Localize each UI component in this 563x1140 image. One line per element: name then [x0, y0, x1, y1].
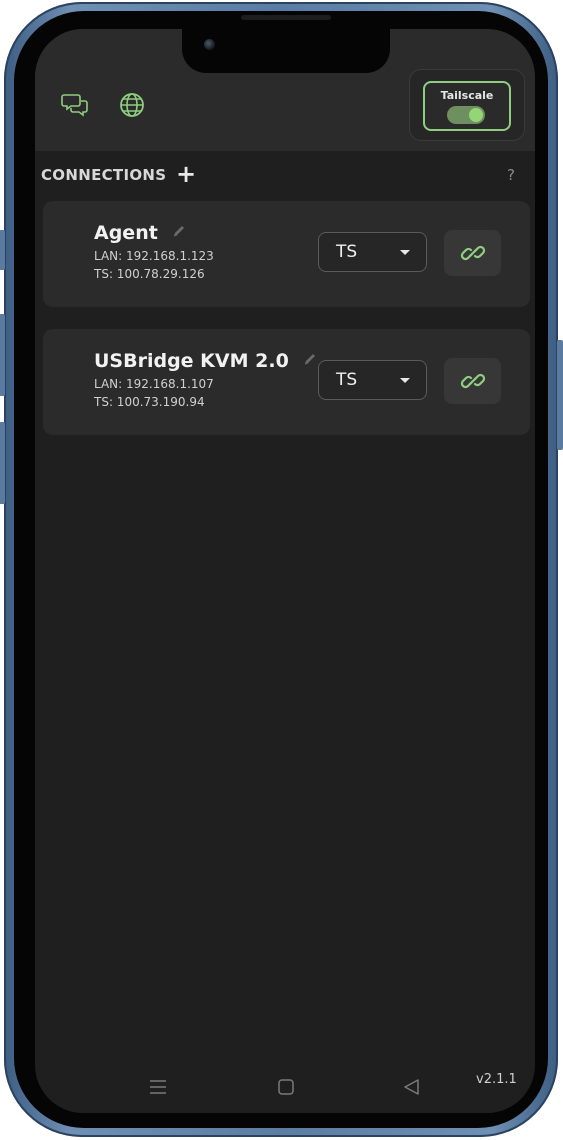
connection-mode-select[interactable]: TS: [318, 360, 427, 400]
link-icon: [460, 245, 486, 261]
connection-mode-value: TS: [336, 370, 358, 390]
power-button: [557, 340, 563, 450]
toggle-knob: [469, 108, 483, 122]
volume-up-button: [0, 314, 5, 396]
connection-card: USBridge KVM 2.0 LAN: 192.168.1.107 TS: …: [43, 329, 530, 435]
chevron-down-icon: [400, 378, 410, 383]
help-button[interactable]: ?: [507, 166, 515, 184]
app-screen: Tailscale CONNECTIONS + ? Agent LAN: 192…: [35, 29, 535, 1113]
connection-name-row: Agent: [94, 222, 186, 244]
connection-mode-select[interactable]: TS: [318, 232, 427, 272]
silent-switch: [0, 230, 5, 270]
tailscale-toggle[interactable]: [447, 106, 485, 124]
chat-icon[interactable]: [61, 91, 89, 119]
connections-title: CONNECTIONS: [41, 166, 167, 184]
pencil-icon[interactable]: [303, 352, 317, 366]
tailscale-panel: Tailscale: [409, 69, 525, 141]
phone-frame: Tailscale CONNECTIONS + ? Agent LAN: 192…: [0, 2, 563, 1137]
connection-mode-value: TS: [336, 242, 358, 262]
connection-ts-address: TS: 100.73.190.94: [94, 395, 205, 409]
connection-lan-address: LAN: 192.168.1.107: [94, 377, 214, 391]
connect-button[interactable]: [444, 358, 501, 404]
tailscale-label: Tailscale: [440, 89, 494, 102]
tailscale-toggle-card[interactable]: Tailscale: [423, 81, 511, 131]
app-version: v2.1.1: [476, 1072, 517, 1087]
connection-name: Agent: [94, 222, 158, 244]
connection-name-row: USBridge KVM 2.0: [94, 350, 317, 372]
earpiece-speaker: [241, 15, 331, 20]
chevron-down-icon: [400, 250, 410, 255]
menu-icon[interactable]: [148, 1077, 168, 1097]
connect-button[interactable]: [444, 230, 501, 276]
back-icon[interactable]: [402, 1077, 422, 1097]
notch: [182, 28, 390, 73]
globe-icon[interactable]: [118, 91, 146, 119]
add-connection-button[interactable]: +: [176, 160, 196, 188]
front-camera: [204, 39, 215, 50]
home-icon[interactable]: [276, 1077, 296, 1097]
volume-down-button: [0, 422, 5, 504]
pencil-icon[interactable]: [172, 224, 186, 238]
connection-card: Agent LAN: 192.168.1.123 TS: 100.78.29.1…: [43, 201, 530, 307]
connection-name: USBridge KVM 2.0: [94, 350, 289, 372]
link-icon: [460, 373, 486, 389]
connection-ts-address: TS: 100.78.29.126: [94, 267, 205, 281]
connection-lan-address: LAN: 192.168.1.123: [94, 249, 214, 263]
